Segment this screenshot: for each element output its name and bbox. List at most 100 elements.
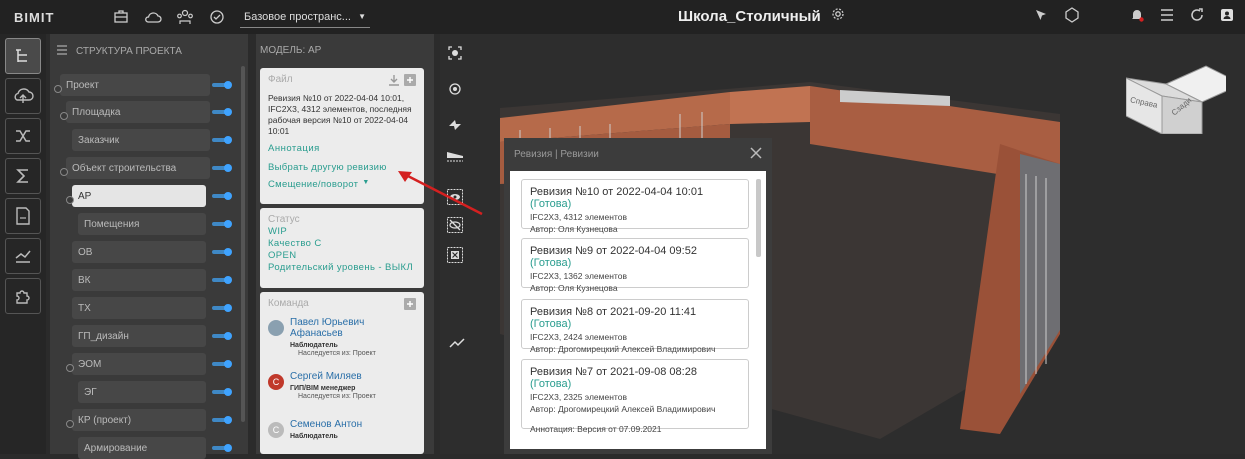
project-title-text: Школа_Столичный	[678, 7, 821, 25]
avatar: С	[268, 374, 284, 390]
team-icon[interactable]	[176, 8, 194, 26]
status-open[interactable]: OPEN	[268, 250, 416, 262]
tree-item[interactable]: Армирование	[78, 437, 206, 459]
visibility-toggle[interactable]	[212, 248, 232, 256]
add-member-icon[interactable]	[404, 298, 416, 313]
refresh-icon[interactable]	[1189, 7, 1205, 28]
tree-item[interactable]: Проект	[60, 74, 210, 96]
cube-nav-icon[interactable]	[1063, 6, 1081, 29]
sum-icon[interactable]	[5, 158, 41, 194]
revision-item[interactable]: Ревизия №10 от 2022-04-04 10:01 (Готова)…	[521, 179, 749, 234]
visibility-toggle[interactable]	[212, 360, 232, 368]
app-logo[interactable]: BIMIT	[0, 10, 60, 25]
cursor-icon[interactable]	[1033, 7, 1049, 28]
revision-elements: IFC2X3, 2424 элементов	[530, 332, 627, 342]
revision-title-text: Ревизия №8 от 2021-09-20 11:41	[530, 306, 697, 318]
tree-item-label: Помещения	[84, 218, 140, 230]
expand-toggle-icon[interactable]	[54, 85, 62, 93]
tree-item[interactable]: ЭГ	[78, 381, 206, 403]
document-icon[interactable]	[5, 198, 41, 234]
visibility-toggle[interactable]	[212, 108, 232, 116]
visibility-toggle[interactable]	[212, 164, 232, 172]
tree-item-label: ЭОМ	[78, 358, 102, 370]
tree-item[interactable]: КР (проект)	[72, 409, 206, 431]
visibility-toggle[interactable]	[212, 332, 232, 340]
status-quality[interactable]: Качество С	[268, 238, 416, 250]
member-name[interactable]: Семенов Антон	[290, 419, 410, 431]
expand-toggle-icon[interactable]	[60, 168, 68, 176]
revision-title-text: Ревизия №7 от 2021-09-08 08:28	[530, 366, 697, 378]
tree-item[interactable]: АР	[72, 185, 206, 207]
download-icon[interactable]	[388, 74, 400, 89]
revisions-scrollbar[interactable]	[756, 179, 761, 257]
compare-icon[interactable]	[5, 118, 41, 154]
expand-toggle-icon[interactable]	[66, 364, 74, 372]
revision-item[interactable]: Ревизия №8 от 2021-09-20 11:41 (Готова) I…	[521, 299, 749, 354]
revision-elements: IFC2X3, 2325 элементов	[530, 392, 627, 402]
menu-icon[interactable]	[56, 44, 68, 58]
revision-title: Ревизия №7 от 2021-09-08 08:28 (Готова)	[530, 366, 740, 390]
cloud-icon[interactable]	[144, 8, 162, 26]
tree-item[interactable]: Объект строительства	[66, 157, 210, 179]
visibility-toggle[interactable]	[212, 220, 232, 228]
gear-icon[interactable]	[831, 7, 845, 25]
close-box-icon[interactable]	[446, 246, 464, 264]
list-icon[interactable]	[1159, 8, 1175, 27]
visibility-toggle[interactable]	[212, 444, 232, 452]
revisions-modal: Ревизия | Ревизии Ревизия №10 от 2022-04…	[504, 138, 772, 454]
visibility-toggle[interactable]	[212, 276, 232, 284]
space-select[interactable]: Базовое пространс... ▼	[240, 6, 370, 28]
profile-icon[interactable]	[1219, 7, 1235, 28]
close-icon[interactable]	[750, 146, 762, 162]
status-parent-level[interactable]: Родительский уровень - ВЫКЛ	[268, 262, 416, 274]
status-wip[interactable]: WIP	[268, 226, 416, 238]
annotation-link[interactable]: Аннотация	[260, 141, 424, 156]
visibility-toggle[interactable]	[212, 81, 232, 89]
visibility-toggle[interactable]	[212, 136, 232, 144]
chart-icon[interactable]	[5, 238, 41, 274]
tree-item[interactable]: ОВ	[72, 241, 206, 263]
tree-scrollbar[interactable]	[241, 66, 245, 422]
tree-item[interactable]: ЭОМ	[72, 353, 206, 375]
section-plane-icon[interactable]	[446, 116, 464, 134]
member-name[interactable]: Павел Юрьевич Афанасьев	[290, 317, 410, 339]
tree-item[interactable]: Площадка	[66, 101, 210, 123]
tree-item[interactable]: Помещения	[78, 213, 206, 235]
apps-icon[interactable]	[208, 8, 226, 26]
revision-item[interactable]: Ревизия №9 от 2022-04-04 09:52 (Готова) I…	[521, 238, 749, 293]
tree-item[interactable]: ВК	[72, 269, 206, 291]
space-select-value: Базовое пространс...	[244, 10, 351, 23]
visibility-toggle[interactable]	[212, 304, 232, 312]
tree-item[interactable]: ГП_дизайн	[72, 325, 206, 347]
briefcase-icon[interactable]	[112, 8, 130, 26]
expand-toggle-icon[interactable]	[66, 420, 74, 428]
visibility-toggle[interactable]	[212, 192, 232, 200]
bell-icon[interactable]	[1129, 7, 1145, 28]
expand-toggle-icon[interactable]	[66, 196, 74, 204]
tree-item-label: АР	[78, 190, 92, 202]
member-role: Наблюдатель	[290, 433, 338, 440]
project-title: Школа_Столичный	[678, 7, 845, 25]
structure-icon[interactable]	[5, 38, 41, 74]
tree-item[interactable]: ТХ	[72, 297, 206, 319]
revision-author: Автор: Дрогомирецкий Алексей Владимирови…	[530, 344, 716, 354]
tree-item[interactable]: Заказчик	[72, 129, 210, 151]
member-role: Наблюдатель	[290, 342, 338, 349]
puzzle-icon[interactable]	[5, 278, 41, 314]
tree-item-label: ОВ	[78, 246, 93, 258]
visibility-toggle[interactable]	[212, 388, 232, 396]
visibility-toggle[interactable]	[212, 416, 232, 424]
tree-item-label: ГП_дизайн	[78, 330, 129, 342]
member-name[interactable]: Сергей Миляев	[290, 371, 410, 383]
target-icon[interactable]	[446, 80, 464, 98]
view-cube[interactable]: Справа Сзади	[1126, 64, 1226, 134]
revision-elements: IFC2X3, 4312 элементов	[530, 212, 627, 222]
add-file-icon[interactable]	[404, 74, 416, 89]
trend-icon[interactable]	[448, 334, 466, 352]
cloud-upload-icon[interactable]	[5, 78, 41, 114]
expand-toggle-icon[interactable]	[60, 112, 68, 120]
revision-item[interactable]: Ревизия №7 от 2021-09-08 08:28 (Готова) I…	[521, 359, 749, 434]
revision-status: (Готова)	[530, 257, 572, 269]
focus-icon[interactable]	[446, 44, 464, 62]
annotation-arrow-icon	[398, 171, 483, 216]
